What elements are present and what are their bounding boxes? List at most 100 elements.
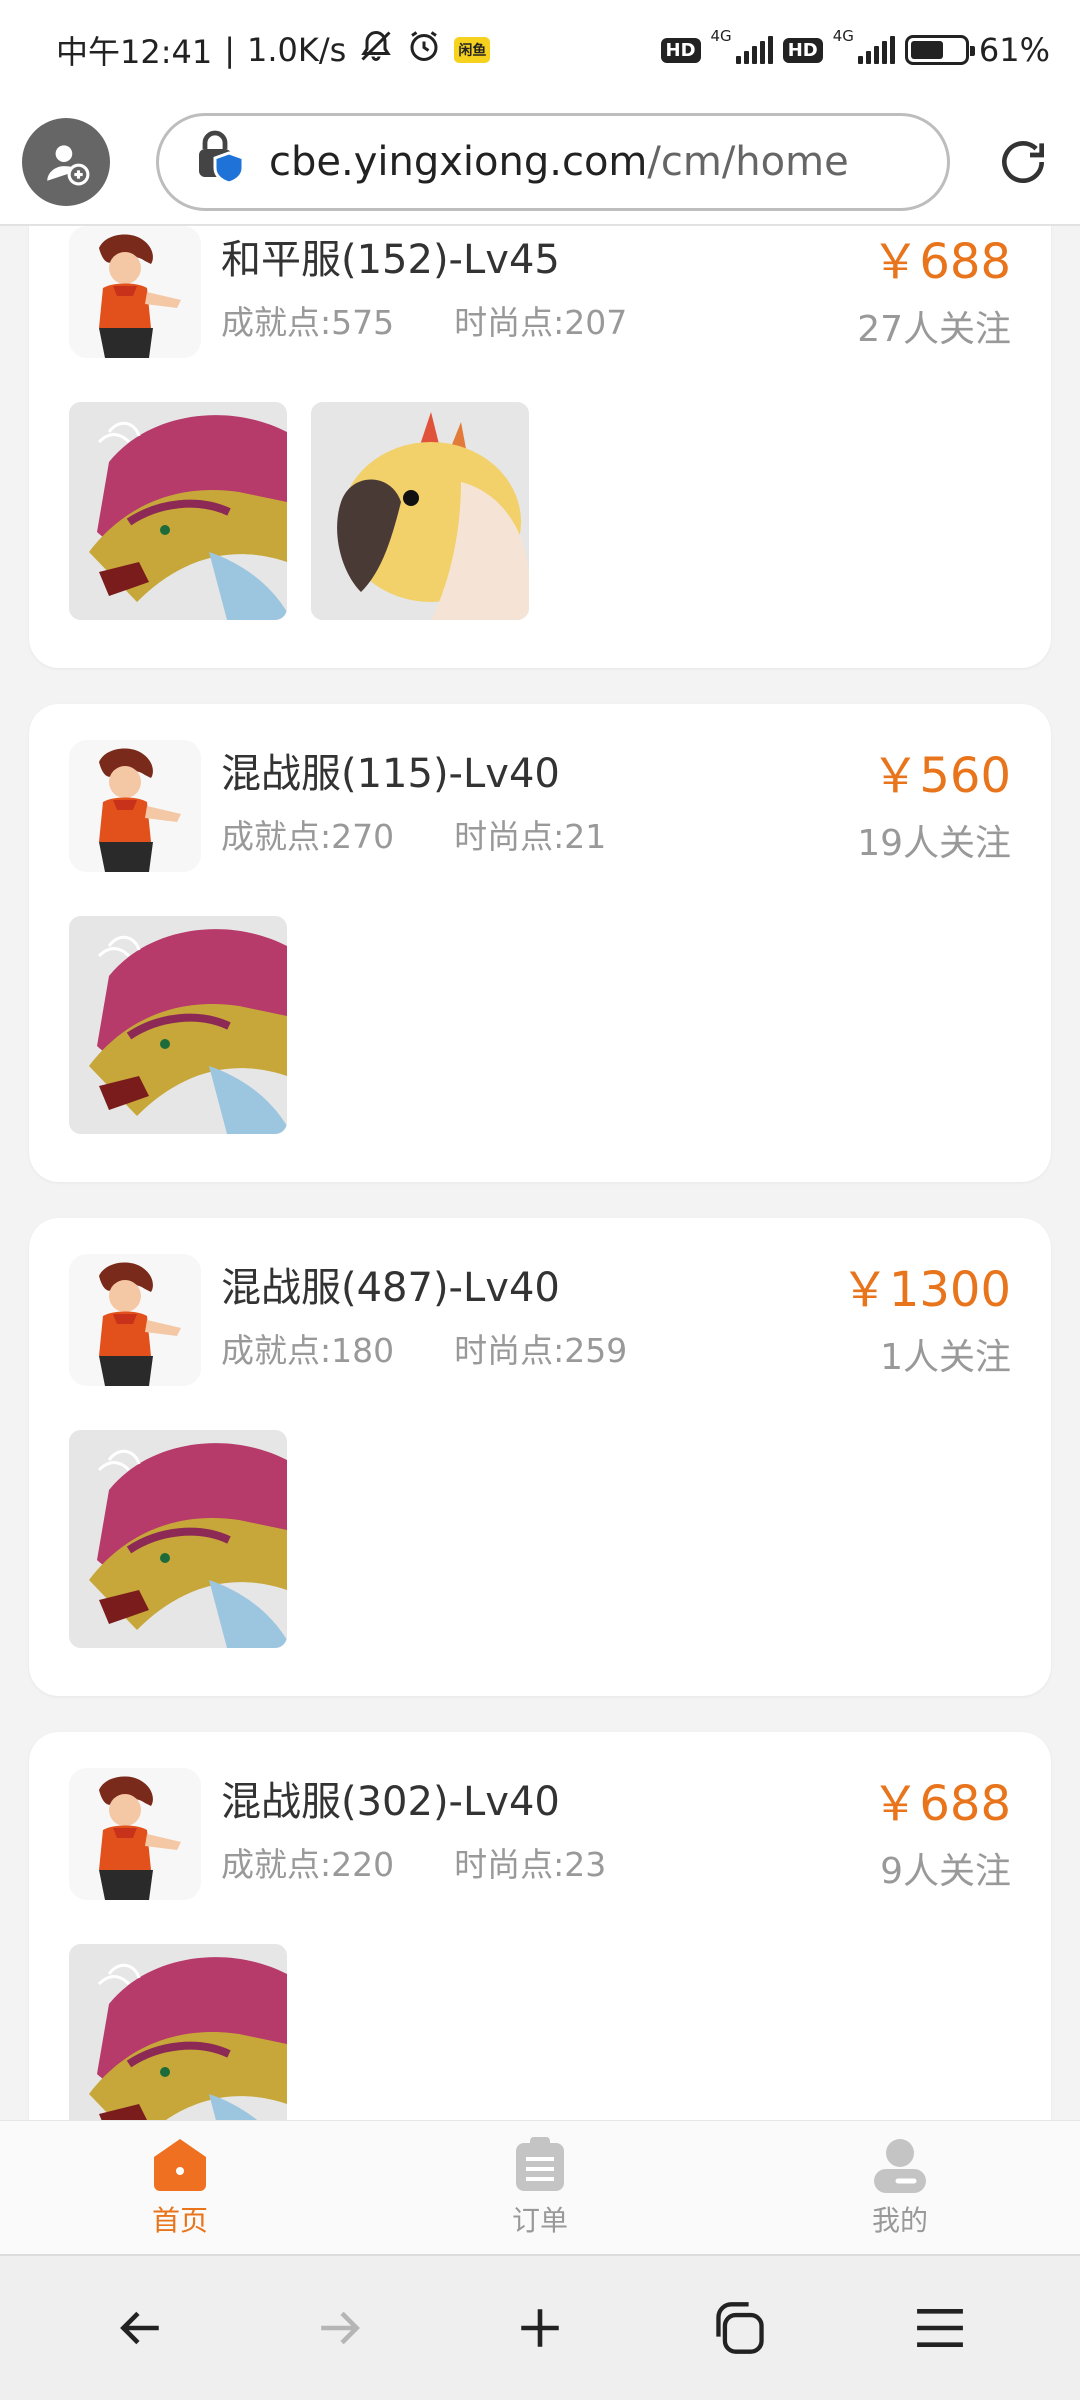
back-button[interactable] <box>95 2283 185 2373</box>
fashion-points: 时尚点:207 <box>454 303 628 342</box>
price: ￥688 <box>871 1776 1011 1832</box>
server-name: 混战服(302)-Lv40 <box>221 1779 560 1825</box>
listing-stats: 成就点:220 时尚点:23 <box>221 1838 606 1886</box>
listing-list: 和平服(152)-Lv45 成就点:575 时尚点:207 ￥688 27人关注 <box>29 226 1051 2120</box>
listing-header: 和平服(152)-Lv45 成就点:575 时尚点:207 ￥688 27人关注 <box>69 226 1011 362</box>
hd-badge-2: HD <box>782 37 823 63</box>
achievement-points: 成就点:270 <box>221 817 395 856</box>
follower-count: 27人关注 <box>857 309 1011 350</box>
listing-info: 混战服(302)-Lv40 成就点:220 时尚点:23 <box>221 1768 606 1886</box>
tab-profile-label: 我的 <box>871 2203 928 2237</box>
pet-gallery <box>69 1944 1011 2120</box>
listing-info: 和平服(152)-Lv45 成就点:575 时尚点:207 <box>221 226 627 344</box>
profile-avatar-button[interactable] <box>22 118 110 206</box>
follower-count: 19人关注 <box>857 823 1011 864</box>
signal-strength-icon <box>735 36 773 64</box>
back-arrow-icon <box>120 2311 159 2345</box>
listing-info: 混战服(487)-Lv40 成就点:180 时尚点:259 <box>221 1254 627 1372</box>
listing-card[interactable]: 混战服(302)-Lv40 成就点:220 时尚点:23 ￥688 9人关注 <box>29 1732 1051 2120</box>
listing-price-block: ￥560 19人关注 <box>857 740 1011 866</box>
listing-card[interactable]: 混战服(115)-Lv40 成就点:270 时尚点:21 ￥560 19人关注 <box>29 704 1051 1182</box>
server-name: 和平服(152)-Lv45 <box>221 237 560 283</box>
browser-address-bar: cbe.yingxiong.com/cm/home <box>0 100 1080 226</box>
bird-pet-icon[interactable] <box>311 402 529 620</box>
pet-gallery <box>69 1430 1011 1648</box>
user-icon <box>874 2138 926 2193</box>
home-icon <box>154 2138 206 2191</box>
server-name: 混战服(487)-Lv40 <box>221 1265 560 1311</box>
price: ￥1300 <box>840 1262 1011 1318</box>
status-right: HD 4G HD 4G 61% <box>660 27 1050 69</box>
achievement-points: 成就点:575 <box>221 303 395 342</box>
signal-strength-icon <box>857 36 895 64</box>
status-time: 中午12:41 <box>56 33 213 71</box>
tab-home[interactable]: 首页 <box>0 2121 360 2254</box>
listing-header: 混战服(302)-Lv40 成就点:220 时尚点:23 ￥688 9人关注 <box>69 1768 1011 1904</box>
listing-price-block: ￥688 27人关注 <box>857 226 1011 352</box>
listing-stats: 成就点:575 时尚点:207 <box>221 296 627 344</box>
status-divider: | <box>224 31 236 69</box>
status-bar: 中午12:41 | 1.0K/s 闲鱼 HD 4G HD 4G 61% <box>0 0 1080 100</box>
tab-home-label: 首页 <box>151 2203 208 2237</box>
character-portrait-icon <box>69 226 201 358</box>
browser-toolbar <box>0 2254 1080 2400</box>
forward-button[interactable] <box>295 2283 385 2373</box>
listing-stats: 成就点:180 时尚点:259 <box>221 1324 627 1372</box>
character-portrait-icon <box>69 1254 201 1386</box>
url-path: /cm/home <box>647 139 849 185</box>
tab-profile[interactable]: 我的 <box>720 2121 1080 2254</box>
new-tab-button[interactable] <box>495 2283 585 2373</box>
fashion-points: 时尚点:259 <box>454 1331 628 1370</box>
price: ￥560 <box>871 748 1011 804</box>
status-left: 中午12:41 | 1.0K/s 闲鱼 <box>56 27 491 73</box>
dragon-pet-icon[interactable] <box>69 916 287 1134</box>
fashion-points: 时尚点:23 <box>454 1845 607 1884</box>
network-speed: 1.0K/s <box>247 31 347 69</box>
follower-count: 1人关注 <box>880 1337 1011 1378</box>
server-name: 混战服(115)-Lv40 <box>221 751 560 797</box>
dragon-pet-icon[interactable] <box>69 1430 287 1648</box>
listing-scroll-area[interactable]: 和平服(152)-Lv45 成就点:575 时尚点:207 ￥688 27人关注 <box>0 226 1080 2120</box>
listing-price-block: ￥688 9人关注 <box>871 1768 1011 1894</box>
reload-button[interactable] <box>988 127 1058 197</box>
xianyu-app-icon: 闲鱼 <box>454 37 491 63</box>
gen-label-2: 4G <box>832 27 854 45</box>
character-portrait-icon <box>69 740 201 872</box>
achievement-points: 成就点:220 <box>221 1845 395 1884</box>
hd-badge-1: HD <box>660 37 701 63</box>
listing-card[interactable]: 混战服(487)-Lv40 成就点:180 时尚点:259 ￥1300 1人关注 <box>29 1218 1051 1696</box>
character-portrait-icon <box>69 1768 201 1900</box>
tab-orders[interactable]: 订单 <box>360 2121 720 2254</box>
listing-card[interactable]: 和平服(152)-Lv45 成就点:575 时尚点:207 ￥688 27人关注 <box>29 226 1051 668</box>
fashion-points: 时尚点:21 <box>454 817 607 856</box>
url-host: cbe.yingxiong.com <box>269 139 648 185</box>
mute-bell-icon <box>358 28 394 72</box>
listing-header: 混战服(115)-Lv40 成就点:270 时尚点:21 ￥560 19人关注 <box>69 740 1011 876</box>
bottom-tab-bar: 首页 订单 我的 <box>0 2120 1080 2254</box>
secure-lock-shield-icon <box>195 129 247 195</box>
clipboard-icon <box>516 2136 564 2191</box>
pet-gallery <box>69 916 1011 1134</box>
url-field[interactable]: cbe.yingxiong.com/cm/home <box>156 113 950 211</box>
tabs-overview-button[interactable] <box>695 2283 785 2373</box>
menu-icon <box>917 2309 963 2347</box>
listing-stats: 成就点:270 时尚点:21 <box>221 810 606 858</box>
follower-count: 9人关注 <box>880 1851 1011 1892</box>
gen-label-1: 4G <box>710 27 732 45</box>
dragon-pet-icon[interactable] <box>69 402 287 620</box>
user-plus-icon <box>47 145 90 186</box>
forward-arrow-icon <box>321 2311 360 2345</box>
dragon-pet-icon[interactable] <box>69 1944 287 2120</box>
new-tab-plus-icon <box>521 2309 559 2347</box>
listing-info: 混战服(115)-Lv40 成就点:270 时尚点:21 <box>221 740 606 858</box>
listing-header: 混战服(487)-Lv40 成就点:180 时尚点:259 ￥1300 1人关注 <box>69 1254 1011 1390</box>
price: ￥688 <box>871 234 1011 290</box>
battery-fill <box>910 41 943 59</box>
battery-icon <box>904 35 975 65</box>
tabs-overview-icon <box>716 2302 764 2354</box>
menu-button[interactable] <box>895 2283 985 2373</box>
battery-percent: 61% <box>978 31 1050 69</box>
achievement-points: 成就点:180 <box>221 1331 395 1370</box>
tab-orders-label: 订单 <box>511 2203 568 2237</box>
reload-icon <box>1002 141 1044 183</box>
